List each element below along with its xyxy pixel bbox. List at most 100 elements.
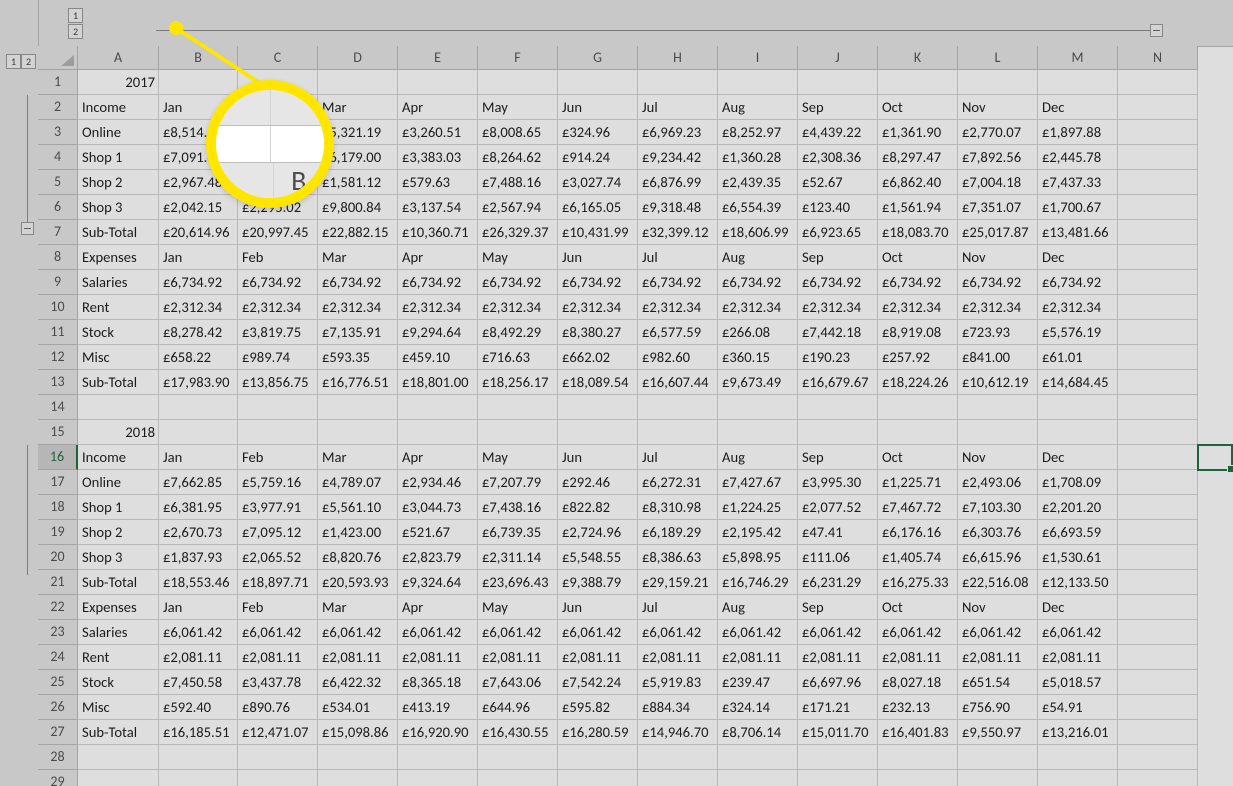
cell[interactable]: Jan <box>159 245 238 270</box>
cell[interactable]: £18,224.26 <box>878 370 958 395</box>
cell[interactable] <box>558 395 638 420</box>
cell[interactable] <box>638 420 718 445</box>
cell[interactable] <box>878 745 958 770</box>
cell[interactable]: £2,077.52 <box>798 495 878 520</box>
cell[interactable]: £7,488.16 <box>478 170 558 195</box>
cell[interactable]: Sep <box>798 95 878 120</box>
cell[interactable]: £8,027.18 <box>878 670 958 695</box>
cell[interactable]: Feb <box>238 445 318 470</box>
cell[interactable]: £7,542.24 <box>558 670 638 695</box>
cell[interactable] <box>558 70 638 95</box>
cell[interactable]: Mar <box>318 245 398 270</box>
cell[interactable]: £3,437.78 <box>238 670 318 695</box>
cell[interactable]: May <box>478 245 558 270</box>
fill-handle[interactable] <box>1227 465 1233 473</box>
cell[interactable] <box>478 70 558 95</box>
cell[interactable] <box>238 770 318 786</box>
cell[interactable]: £18,083.70 <box>878 220 958 245</box>
cell[interactable]: £579.63 <box>398 170 478 195</box>
cell[interactable]: Aug <box>718 95 798 120</box>
cell[interactable]: Income <box>78 445 159 470</box>
cell[interactable]: £6,693.59 <box>1038 520 1118 545</box>
cell[interactable]: £2,081.11 <box>958 645 1038 670</box>
cell[interactable]: £25,017.87 <box>958 220 1038 245</box>
column-header-L[interactable]: L <box>958 46 1038 70</box>
cell[interactable]: £8,264.62 <box>478 145 558 170</box>
cell[interactable]: Dec <box>1038 445 1118 470</box>
outline-col-level-2[interactable]: 2 <box>68 24 83 39</box>
cell[interactable]: £2,312.34 <box>798 295 878 320</box>
cell[interactable]: £2,065.52 <box>238 545 318 570</box>
cell[interactable]: £6,969.23 <box>638 120 718 145</box>
cell[interactable]: £6,061.42 <box>638 620 718 645</box>
cell[interactable]: £592.40 <box>159 695 238 720</box>
cell[interactable]: £52.67 <box>798 170 878 195</box>
cell[interactable]: £2,195.42 <box>718 520 798 545</box>
cell[interactable]: £6,189.29 <box>638 520 718 545</box>
row-header-14[interactable]: 14 <box>38 395 78 420</box>
outline-row-bar[interactable]: 1 2 <box>38 0 1233 47</box>
row-header-15[interactable]: 15 <box>38 420 78 445</box>
cell[interactable]: £5,548.55 <box>558 545 638 570</box>
cell[interactable]: Oct <box>878 445 958 470</box>
cell[interactable]: £13,856.75 <box>238 370 318 395</box>
cell[interactable]: £884.34 <box>638 695 718 720</box>
cell[interactable] <box>78 395 159 420</box>
cell[interactable]: Dec <box>1038 595 1118 620</box>
cell[interactable]: £2,312.34 <box>878 295 958 320</box>
cell[interactable]: £2,724.96 <box>558 520 638 545</box>
cell[interactable] <box>1038 420 1118 445</box>
cell[interactable]: Aug <box>718 595 798 620</box>
cell[interactable]: £1,837.93 <box>159 545 238 570</box>
cell[interactable]: £2,312.34 <box>159 295 238 320</box>
cell[interactable]: £6,061.42 <box>478 620 558 645</box>
row-header-25[interactable]: 25 <box>38 670 78 695</box>
cell[interactable] <box>1118 570 1198 595</box>
cell[interactable]: £8,008.65 <box>478 120 558 145</box>
cell[interactable]: £292.46 <box>558 470 638 495</box>
cell[interactable] <box>558 770 638 786</box>
cell[interactable]: May <box>478 95 558 120</box>
cell[interactable] <box>1118 270 1198 295</box>
cell[interactable]: £6,381.95 <box>159 495 238 520</box>
cell[interactable]: £7,437.33 <box>1038 170 1118 195</box>
cell[interactable]: £16,776.51 <box>318 370 398 395</box>
cell[interactable]: £15,098.86 <box>318 720 398 745</box>
cell[interactable]: Jun <box>558 445 638 470</box>
cell[interactable] <box>1118 670 1198 695</box>
cell[interactable]: £6,061.42 <box>718 620 798 645</box>
row-header-9[interactable]: 9 <box>38 270 78 295</box>
cell[interactable]: Apr <box>398 445 478 470</box>
cell[interactable] <box>159 70 238 95</box>
cell[interactable]: £6,734.92 <box>398 270 478 295</box>
row-header-22[interactable]: 22 <box>38 595 78 620</box>
column-header-J[interactable]: J <box>798 46 878 70</box>
cell[interactable]: Mar <box>318 95 398 120</box>
cell[interactable]: Sub-Total <box>78 370 159 395</box>
cell[interactable]: £16,275.33 <box>878 570 958 595</box>
row-header-29[interactable]: 29 <box>38 770 78 786</box>
cell[interactable] <box>878 770 958 786</box>
cell[interactable]: £2,081.11 <box>478 645 558 670</box>
cell[interactable]: £2,081.11 <box>878 645 958 670</box>
cell[interactable]: £4,419.90 <box>238 145 318 170</box>
cell[interactable] <box>318 770 398 786</box>
cell[interactable]: £16,430.55 <box>478 720 558 745</box>
cell[interactable]: £7,442.18 <box>798 320 878 345</box>
cell[interactable]: £232.13 <box>878 695 958 720</box>
cell[interactable]: £8,297.47 <box>878 145 958 170</box>
cell[interactable]: £413.19 <box>398 695 478 720</box>
cell[interactable]: £6,734.92 <box>558 270 638 295</box>
cell[interactable]: £6,577.59 <box>638 320 718 345</box>
cell[interactable] <box>238 420 318 445</box>
cell[interactable] <box>1118 295 1198 320</box>
outline-col-level-1[interactable]: 1 <box>68 8 83 23</box>
cell[interactable]: £7,438.16 <box>478 495 558 520</box>
cell[interactable]: Oct <box>878 95 958 120</box>
cell[interactable]: Feb <box>238 245 318 270</box>
cell[interactable] <box>798 420 878 445</box>
cell[interactable]: Oct <box>878 245 958 270</box>
cell[interactable] <box>1118 95 1198 120</box>
cell[interactable]: £6,061.42 <box>159 620 238 645</box>
cell[interactable]: Sub-Total <box>78 570 159 595</box>
